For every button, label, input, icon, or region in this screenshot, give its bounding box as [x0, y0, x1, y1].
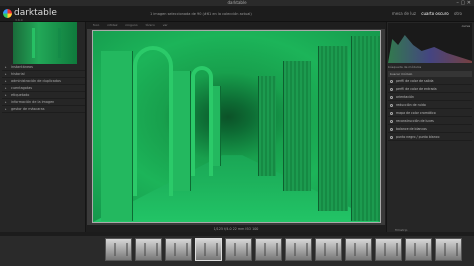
- histogram-graph: [388, 35, 472, 63]
- module-output-color-profile[interactable]: perfil de color de salida: [388, 78, 472, 85]
- expand-icon: ▸: [5, 79, 7, 83]
- photo-shutter: [351, 36, 380, 221]
- filmstrip-thumbnail[interactable]: [285, 238, 312, 261]
- power-icon[interactable]: [390, 128, 393, 131]
- left-module-image-info[interactable]: ▸ información de la imagen: [2, 99, 85, 106]
- expand-icon: ▸: [5, 93, 7, 97]
- power-icon[interactable]: [390, 80, 393, 83]
- expand-icon: ▸: [5, 86, 7, 90]
- histogram-label: curva: [461, 24, 470, 28]
- photo-pillar: [213, 86, 221, 166]
- navigation-thumbnail[interactable]: [13, 22, 77, 64]
- module-search-input[interactable]: buscar módulo: [388, 71, 472, 77]
- photo-pillar: [101, 51, 133, 221]
- toolbar-item[interactable]: nitidez: [107, 23, 117, 27]
- expand-icon: ▸: [5, 65, 7, 69]
- center-toolbar: foco nitidez ninguno tónico ver: [86, 22, 386, 29]
- expand-icon: ▸: [5, 72, 7, 76]
- power-icon[interactable]: [390, 104, 393, 107]
- power-icon[interactable]: [390, 136, 393, 139]
- module-chromatic-map[interactable]: mapa de color cromático: [388, 110, 472, 117]
- filmstrip-thumbnail[interactable]: [105, 238, 132, 261]
- histogram[interactable]: curva: [388, 23, 472, 63]
- filmstrip-thumbnail[interactable]: [195, 238, 222, 261]
- expand-icon: ▸: [5, 100, 7, 104]
- window-title: darktable: [227, 0, 247, 5]
- toolbar-item[interactable]: foco: [93, 23, 99, 27]
- toolbar-item[interactable]: ver: [163, 23, 168, 27]
- photo-arch: [133, 46, 173, 196]
- brand-name: darktable: [14, 8, 57, 18]
- photo-arch: [191, 66, 213, 176]
- module-orientation[interactable]: orientación: [388, 94, 472, 101]
- power-icon[interactable]: [390, 112, 393, 115]
- module-input-color-profile[interactable]: perfil de color de entrada: [388, 86, 472, 93]
- filmstrip-thumbnail[interactable]: [225, 238, 252, 261]
- view-lighttable[interactable]: mesa de luz: [392, 11, 416, 16]
- photo-pillar: [173, 71, 191, 191]
- status-message: 1 imagen seleccionada de 90 (#61 en la c…: [150, 12, 252, 16]
- module-denoise[interactable]: reducción de ruido: [388, 102, 472, 109]
- power-icon[interactable]: [390, 120, 393, 123]
- photo-shutter: [283, 61, 311, 191]
- view-switcher[interactable]: mesa de luz cuarto oscuro otro: [388, 11, 462, 16]
- toolbar-item[interactable]: tónico: [146, 23, 155, 27]
- filmstrip[interactable]: [0, 236, 474, 266]
- filmstrip-thumbnail[interactable]: [345, 238, 372, 261]
- filmstrip-thumbnail[interactable]: [135, 238, 162, 261]
- left-module-snapshots[interactable]: ▸ instantáneas: [2, 64, 85, 71]
- module-highlight-reconstruction[interactable]: reconstrucción de luces: [388, 118, 472, 125]
- photo-shutter: [318, 46, 348, 211]
- left-module-history[interactable]: ▸ historial: [2, 71, 85, 78]
- main-photo[interactable]: [92, 30, 381, 223]
- toolbar-item[interactable]: ninguno: [125, 23, 137, 27]
- photo-shutter: [258, 76, 276, 176]
- module-tools[interactable]: búsqueda de módulos: [388, 64, 472, 70]
- expand-icon: ▸: [5, 107, 7, 111]
- left-module-duplicates[interactable]: ▸ administración de duplicados: [2, 78, 85, 85]
- module-white-balance[interactable]: balance de blancos: [388, 126, 472, 133]
- left-module-mask-manager[interactable]: ▸ gestor de máscaras: [2, 106, 85, 113]
- power-icon[interactable]: [390, 88, 393, 91]
- filmstrip-thumbnail[interactable]: [405, 238, 432, 261]
- left-module-tagging[interactable]: ▸ etiquetado: [2, 92, 85, 99]
- view-other[interactable]: otro: [454, 11, 462, 16]
- filmstrip-thumbnail[interactable]: [435, 238, 462, 261]
- filmstrip-thumbnail[interactable]: [255, 238, 282, 261]
- view-darkroom[interactable]: cuarto oscuro: [421, 11, 448, 16]
- filmstrip-thumbnail[interactable]: [315, 238, 342, 261]
- filmstrip-thumbnail[interactable]: [375, 238, 402, 261]
- left-module-colorpicker[interactable]: ▸ cuentagotas: [2, 85, 85, 92]
- power-icon[interactable]: [390, 96, 393, 99]
- filmstrip-thumbnail[interactable]: [165, 238, 192, 261]
- module-black-white-point[interactable]: punto negro / punto blanco: [388, 134, 472, 141]
- darktable-logo-icon: [3, 9, 12, 18]
